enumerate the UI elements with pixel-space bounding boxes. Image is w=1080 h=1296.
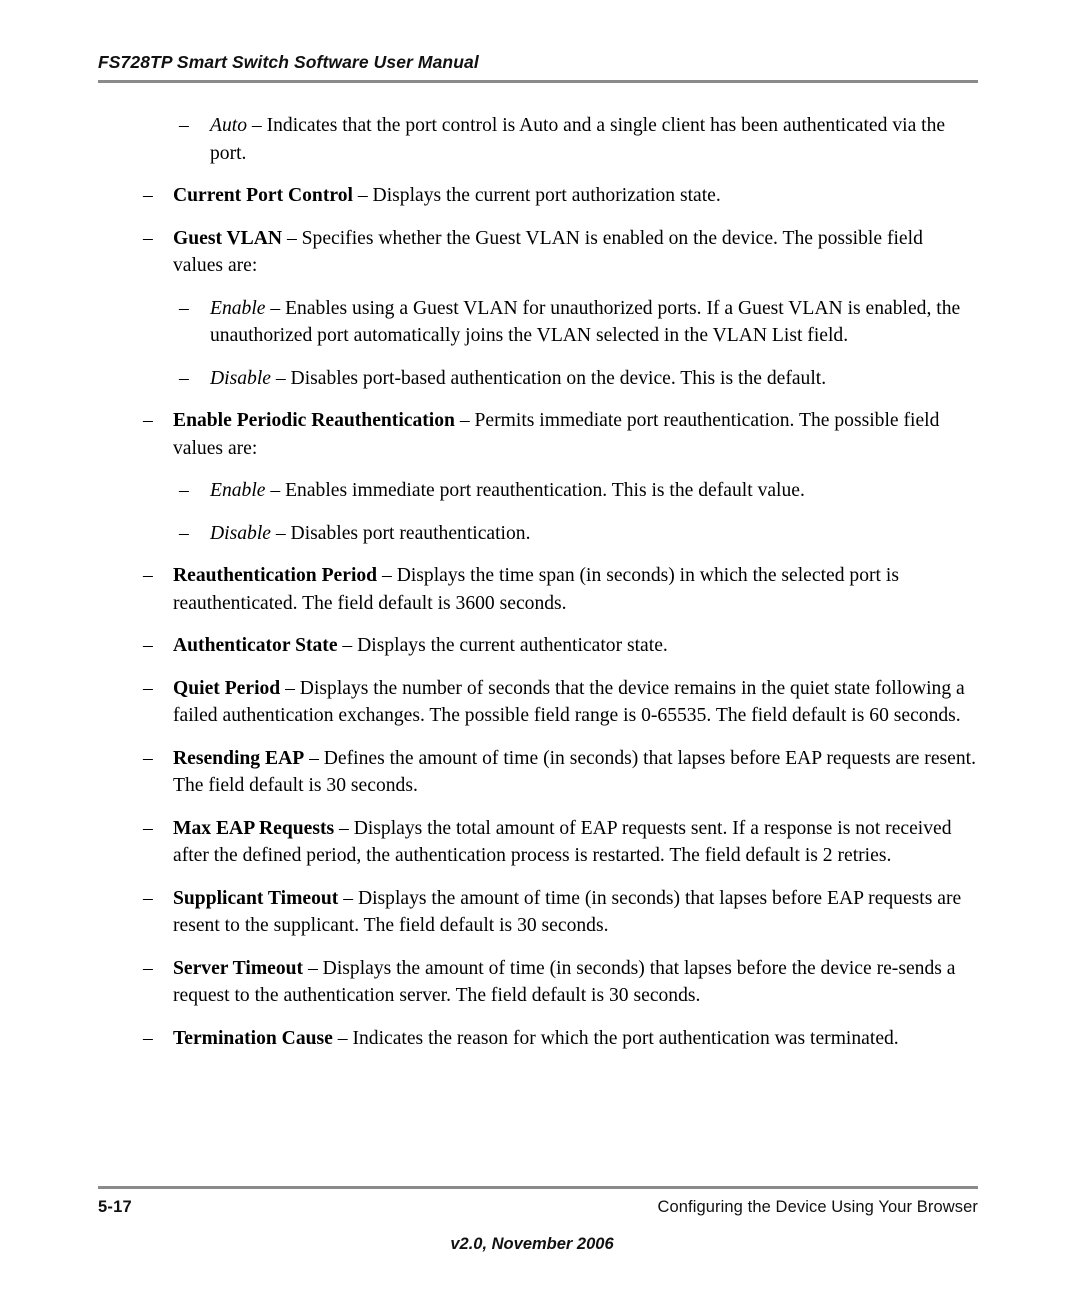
list-item: – Enable Periodic Reauthentication – Perm… (143, 407, 976, 462)
page-number: 5-17 (98, 1198, 132, 1216)
field-term: Authenticator State (173, 635, 338, 656)
bullet-dash-icon: – (179, 115, 189, 136)
field-term: Current Port Control (173, 185, 353, 206)
bullet-dash-icon: – (143, 677, 153, 699)
field-description: Disables port-based authentication on th… (290, 367, 827, 389)
bullet-dash-icon: – (143, 1027, 153, 1049)
list-item: – Auto – Indicates that the port control … (179, 112, 976, 167)
list-item: – Supplicant Timeout – Displays the amoun… (143, 885, 976, 940)
page-running-header: FS728TP Smart Switch Software User Manua… (98, 52, 978, 83)
document-version: v2.0, November 2006 (450, 1235, 614, 1253)
term-separator: – (265, 480, 286, 501)
chapter-title: Configuring the Device Using Your Browse… (657, 1198, 978, 1216)
list-item: – Max EAP Requests – Displays the total a… (143, 815, 976, 870)
field-description-list: – Auto – Indicates that the port control … (0, 112, 1080, 1052)
list-item: – Enable – Enables immediate port reauthe… (179, 477, 976, 505)
list-item: – Server Timeout – Displays the amount of… (143, 955, 976, 1010)
term-separator: – (270, 367, 291, 389)
term-separator: – (304, 747, 324, 769)
page-content: – Auto – Indicates that the port control … (0, 112, 1080, 1052)
field-term: Enable (210, 480, 266, 501)
field-term: Termination Cause (173, 1027, 333, 1049)
field-description: Enables immediate port reauthentication.… (285, 480, 805, 501)
list-item: – Disable – Disables port-based authentic… (179, 365, 976, 393)
bullet-dash-icon: – (179, 367, 189, 389)
bullet-dash-icon: – (179, 297, 189, 319)
field-term: Quiet Period (173, 677, 281, 699)
term-separator: – (334, 817, 354, 839)
bullet-dash-icon: – (143, 185, 153, 206)
header-divider-rule (98, 80, 978, 83)
bullet-dash-icon: – (179, 522, 189, 544)
list-item: – Enable – Enables using a Guest VLAN for… (179, 295, 976, 350)
list-item: – Guest VLAN – Specifies whether the Gues… (143, 225, 976, 280)
footer-row: 5-17 Configuring the Device Using Your B… (98, 1198, 978, 1217)
field-term: Disable (210, 522, 271, 544)
field-term: Enable Periodic Reauthentication (173, 410, 455, 431)
field-term: Server Timeout (173, 957, 304, 979)
bullet-dash-icon: – (179, 480, 189, 501)
term-separator: – (337, 635, 358, 656)
field-term: Auto (210, 115, 248, 136)
list-item: – Reauthentication Period – Displays the … (143, 562, 976, 617)
bullet-dash-icon: – (143, 227, 153, 249)
field-term: Resending EAP (173, 747, 305, 769)
bullet-dash-icon: – (143, 747, 153, 769)
term-separator: – (454, 410, 475, 431)
document-page: FS728TP Smart Switch Software User Manua… (0, 0, 1080, 1296)
bullet-dash-icon: – (143, 957, 153, 979)
term-separator: – (332, 1027, 353, 1049)
bullet-dash-icon: – (143, 817, 153, 839)
list-item: – Termination Cause – Indicates the reaso… (143, 1025, 976, 1053)
page-running-footer: 5-17 Configuring the Device Using Your B… (98, 1186, 978, 1254)
field-term: Max EAP Requests (173, 817, 335, 839)
bullet-dash-icon: – (143, 410, 153, 431)
field-description: Indicates that the port control is Auto … (210, 115, 946, 164)
list-item: – Disable – Disables port reauthenticatio… (179, 520, 976, 548)
field-description: Enables using a Guest VLAN for unauthori… (210, 297, 961, 347)
term-separator: – (282, 227, 302, 249)
term-separator: – (280, 677, 300, 699)
list-item: – Authenticator State – Displays the curr… (143, 632, 976, 660)
list-item: – Current Port Control – Displays the cur… (143, 182, 976, 210)
bullet-dash-icon: – (143, 565, 153, 586)
field-term: Supplicant Timeout (173, 887, 339, 909)
term-separator: – (247, 115, 267, 136)
field-description: Displays the current authenticator state… (357, 635, 668, 656)
field-description: Disables port reauthentication. (290, 522, 531, 544)
bullet-dash-icon: – (143, 887, 153, 909)
field-description: Displays the current port authorization … (372, 185, 721, 206)
field-term: Guest VLAN (173, 227, 283, 249)
term-separator: – (352, 185, 373, 206)
bullet-dash-icon: – (143, 635, 153, 656)
field-description: Indicates the reason for which the port … (352, 1027, 899, 1049)
list-item: – Resending EAP – Defines the amount of t… (143, 745, 976, 800)
list-item: – Quiet Period – Displays the number of s… (143, 675, 976, 730)
field-term: Enable (210, 297, 266, 319)
field-term: Reauthentication Period (173, 565, 378, 586)
term-separator: – (377, 565, 397, 586)
field-term: Disable (210, 367, 271, 389)
manual-title: FS728TP Smart Switch Software User Manua… (98, 52, 479, 72)
term-separator: – (270, 522, 291, 544)
term-separator: – (265, 297, 286, 319)
term-separator: – (303, 957, 323, 979)
footer-divider-rule (98, 1186, 978, 1189)
term-separator: – (338, 887, 358, 909)
